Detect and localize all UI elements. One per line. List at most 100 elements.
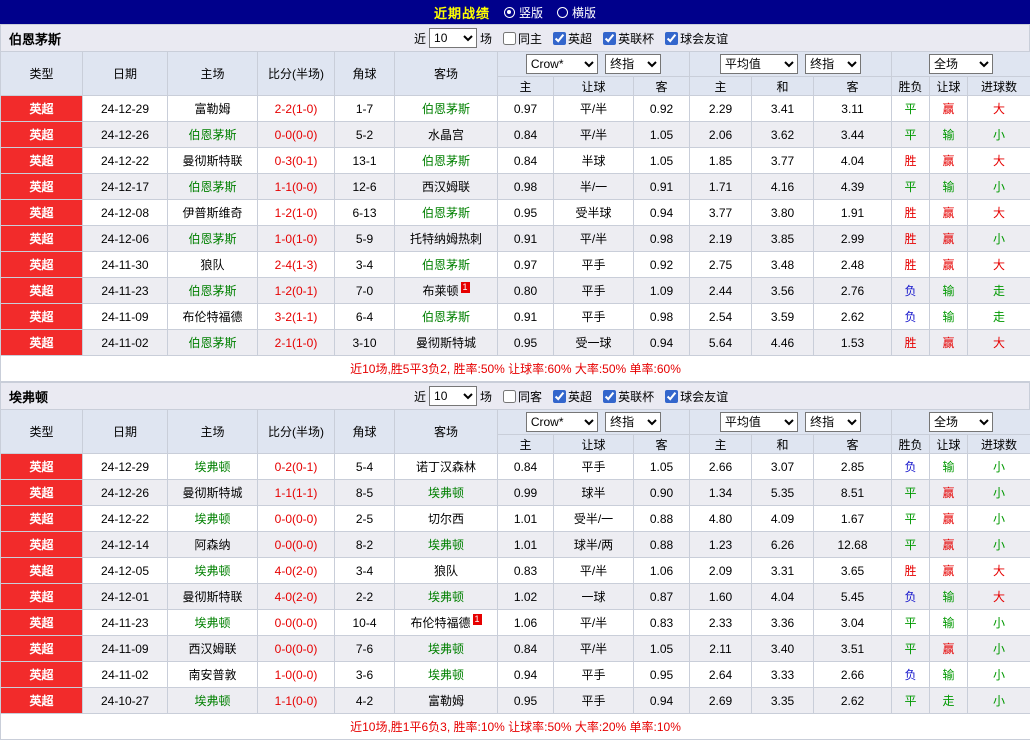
match-date: 24-12-01 [83,584,168,610]
away-team-name: 伯恩茅斯 [395,252,498,278]
handicap-odds-away: 1.09 [634,278,690,304]
odds-source-select[interactable]: Crow* [526,412,598,432]
average-stage-select[interactable]: 终指 [805,54,861,74]
filter-club-friendly[interactable]: 球会友谊 [665,388,728,405]
handicap-line: 半/一 [554,174,634,200]
premier-league-checkbox[interactable] [553,390,566,403]
handicap-odds-home: 1.01 [498,532,554,558]
layout-radio-vertical[interactable]: 竖版 [504,4,543,21]
match-count-select[interactable]: 10 [429,28,477,48]
match-score: 1-2(1-0) [258,200,335,226]
result-outcome: 平 [892,610,930,636]
avg-odds-away: 1.53 [814,330,892,356]
match-score: 2-2(1-0) [258,96,335,122]
club-friendly-checkbox[interactable] [665,32,678,45]
filter-league-cup[interactable]: 英联杯 [603,388,654,405]
result-handicap: 赢 [930,226,968,252]
col-odds-home: 主 [498,435,554,454]
league-badge: 英超 [1,506,83,532]
filter-premier-league[interactable]: 英超 [553,388,592,405]
corner-score: 6-13 [335,200,395,226]
handicap-odds-away: 0.92 [634,96,690,122]
handicap-odds-home: 0.83 [498,558,554,584]
avg-odds-home: 1.34 [690,480,752,506]
result-goals: 小 [968,122,1030,148]
filter-club-friendly[interactable]: 球会友谊 [665,30,728,47]
handicap-line: 球半/两 [554,532,634,558]
col-home: 主场 [168,410,258,454]
result-outcome: 胜 [892,148,930,174]
result-goals: 大 [968,148,1030,174]
league-badge: 英超 [1,304,83,330]
premier-league-checkbox[interactable] [553,32,566,45]
filter-premier-league[interactable]: 英超 [553,30,592,47]
league-cup-checkbox[interactable] [603,390,616,403]
average-select[interactable]: 平均值 [720,412,798,432]
match-date: 24-12-26 [83,480,168,506]
away-team-name: 切尔西 [395,506,498,532]
match-date: 24-11-09 [83,304,168,330]
result-outcome: 平 [892,96,930,122]
col-result: 胜负 [892,435,930,454]
handicap-odds-home: 0.99 [498,480,554,506]
odds-stage-select[interactable]: 终指 [605,412,661,432]
handicap-odds-home: 1.02 [498,584,554,610]
avg-odds-draw: 3.62 [752,122,814,148]
layout-radio-horizontal[interactable]: 横版 [557,4,596,21]
league-badge: 英超 [1,330,83,356]
avg-odds-home: 2.19 [690,226,752,252]
handicap-odds-away: 1.06 [634,558,690,584]
result-handicap: 赢 [930,636,968,662]
avg-odds-away: 5.45 [814,584,892,610]
same-venue-checkbox[interactable] [503,32,516,45]
recent-matches-table: 类型 日期 主场 比分(半场) 角球 客场 Crow* 终指 平均值 终指 全场 [0,409,1030,740]
col-goals-result: 进球数 [968,435,1030,454]
odds-stage-select[interactable]: 终指 [605,54,661,74]
same-venue-checkbox[interactable] [503,390,516,403]
away-team-name: 埃弗顿 [395,532,498,558]
handicap-line: 平/半 [554,610,634,636]
match-row: 英超24-12-17伯恩茅斯1-1(0-0)12-6西汉姆联0.98半/一0.9… [1,174,1030,200]
league-badge: 英超 [1,174,83,200]
filter-same-venue[interactable]: 同主 [503,30,542,47]
league-cup-checkbox[interactable] [603,32,616,45]
odds-source-select[interactable]: Crow* [526,54,598,74]
away-team-name: 伯恩茅斯 [395,304,498,330]
avg-odds-away: 3.51 [814,636,892,662]
filter-league-cup[interactable]: 英联杯 [603,30,654,47]
scope-select[interactable]: 全场 [929,412,993,432]
club-friendly-checkbox[interactable] [665,390,678,403]
league-badge: 英超 [1,96,83,122]
match-count-select[interactable]: 10 [429,386,477,406]
match-row: 英超24-12-22埃弗顿0-0(0-0)2-5切尔西1.01受半/一0.884… [1,506,1030,532]
corner-score: 2-2 [335,584,395,610]
handicap-line: 平手 [554,278,634,304]
result-group-header: 全场 [892,52,1030,77]
scope-select[interactable]: 全场 [929,54,993,74]
match-date: 24-12-06 [83,226,168,252]
result-outcome: 胜 [892,200,930,226]
average-group-header: 平均值 终指 [690,410,892,435]
result-group-header: 全场 [892,410,1030,435]
result-handicap: 赢 [930,480,968,506]
col-type: 类型 [1,52,83,96]
average-select[interactable]: 平均值 [720,54,798,74]
handicap-odds-home: 0.84 [498,454,554,480]
corner-score: 5-4 [335,454,395,480]
average-stage-select[interactable]: 终指 [805,412,861,432]
match-row: 英超24-12-26伯恩茅斯0-0(0-0)5-2水晶宫0.84平/半1.052… [1,122,1030,148]
topbar: 近期战绩 竖版 横版 [0,0,1030,24]
match-date: 24-11-09 [83,636,168,662]
league-badge: 英超 [1,610,83,636]
handicap-odds-away: 1.05 [634,454,690,480]
recent-matches-table: 类型 日期 主场 比分(半场) 角球 客场 Crow* 终指 平均值 终指 全场 [0,51,1030,382]
home-team-name: 西汉姆联 [168,636,258,662]
filter-same-venue[interactable]: 同客 [503,388,542,405]
col-date: 日期 [83,52,168,96]
match-score: 1-0(0-0) [258,662,335,688]
section-header: 埃弗顿 近 10 场 同客 英超 英联杯 球会友谊 [0,382,1030,409]
handicap-odds-away: 0.83 [634,610,690,636]
home-team-name: 阿森纳 [168,532,258,558]
avg-odds-away: 2.62 [814,304,892,330]
home-team-name: 曼彻斯特联 [168,584,258,610]
